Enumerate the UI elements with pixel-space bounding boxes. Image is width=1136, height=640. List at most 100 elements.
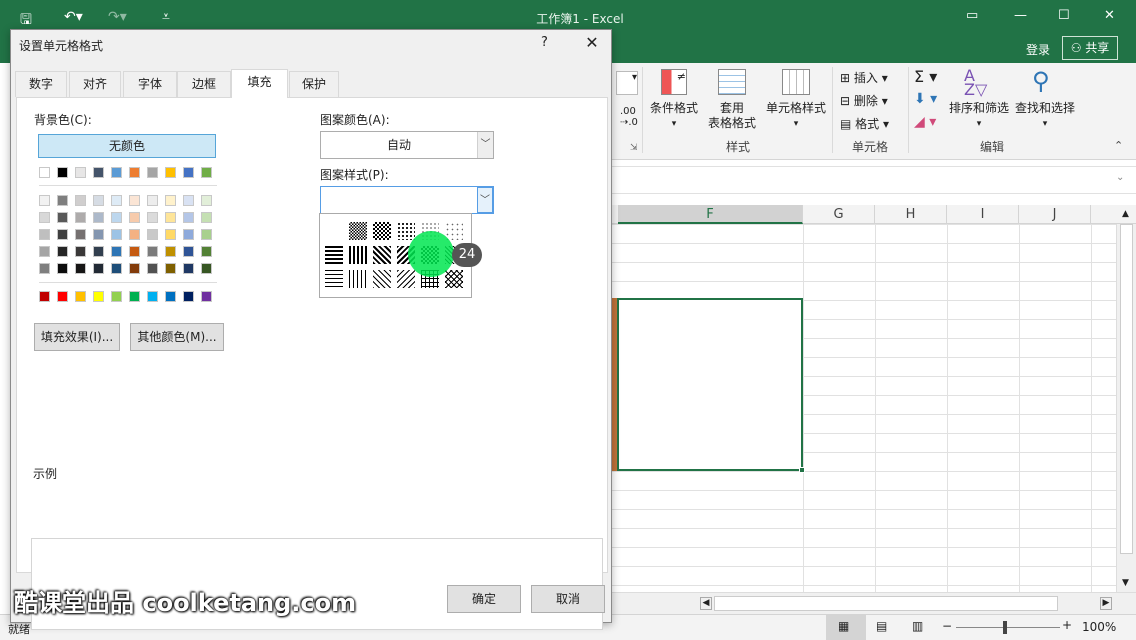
color-swatch[interactable] bbox=[111, 229, 122, 240]
delete-button[interactable]: ⊟ 删除 ▾ bbox=[840, 92, 888, 109]
help-button[interactable]: ? bbox=[541, 35, 548, 50]
color-swatch[interactable] bbox=[111, 212, 122, 223]
sort-filter-button[interactable]: A Z▽ 排序和筛选 ▾ bbox=[946, 67, 1012, 133]
scroll-left-icon[interactable]: ◀ bbox=[700, 597, 712, 610]
pattern-50-gray[interactable] bbox=[373, 222, 391, 240]
normal-view-button[interactable]: ▦ bbox=[826, 615, 866, 640]
share-button[interactable]: ⚇ 共享 bbox=[1062, 36, 1118, 60]
pattern-style-combo[interactable]: ﹀ bbox=[320, 186, 494, 214]
color-swatch[interactable] bbox=[39, 246, 50, 257]
column-header-g[interactable]: G bbox=[803, 205, 875, 224]
number-launcher-icon[interactable]: ⇲ bbox=[630, 143, 638, 153]
color-swatch[interactable] bbox=[129, 246, 140, 257]
tab-font[interactable]: 字体 bbox=[123, 71, 177, 97]
color-swatch[interactable] bbox=[183, 212, 194, 223]
pattern-thick-reverse-diagonal[interactable] bbox=[373, 246, 391, 264]
color-swatch[interactable] bbox=[129, 263, 140, 274]
clear-icon[interactable]: ◢ ▾ bbox=[914, 114, 936, 130]
fill-effects-button[interactable]: 填充效果(I)... bbox=[34, 323, 120, 351]
cancel-button[interactable]: 取消 bbox=[531, 585, 605, 613]
column-header-i[interactable]: I bbox=[947, 205, 1019, 224]
tab-number[interactable]: 数字 bbox=[15, 71, 67, 97]
scroll-right-icon[interactable]: ▶ bbox=[1100, 597, 1112, 610]
pattern-thick-vertical[interactable] bbox=[349, 246, 367, 264]
color-swatch[interactable] bbox=[183, 229, 194, 240]
color-swatch[interactable] bbox=[147, 212, 158, 223]
color-swatch[interactable] bbox=[111, 195, 122, 206]
color-swatch[interactable] bbox=[75, 263, 86, 274]
pattern-thick-horizontal[interactable] bbox=[325, 246, 343, 264]
color-swatch[interactable] bbox=[183, 246, 194, 257]
color-swatch[interactable] bbox=[201, 263, 212, 274]
color-swatch[interactable] bbox=[147, 167, 158, 178]
color-swatch[interactable] bbox=[39, 229, 50, 240]
tab-alignment[interactable]: 对齐 bbox=[69, 71, 121, 97]
page-break-view-icon[interactable]: ▥ bbox=[912, 619, 923, 633]
tab-fill[interactable]: 填充 bbox=[231, 69, 288, 98]
color-swatch[interactable] bbox=[57, 212, 68, 223]
insert-button[interactable]: ⊞ 插入 ▾ bbox=[840, 69, 888, 86]
zoom-out-icon[interactable]: − bbox=[942, 619, 952, 633]
format-button[interactable]: ▤ 格式 ▾ bbox=[840, 115, 889, 132]
color-swatch[interactable] bbox=[129, 212, 140, 223]
zoom-level[interactable]: 100% bbox=[1082, 620, 1116, 634]
no-color-button[interactable]: 无颜色 bbox=[38, 134, 216, 158]
color-swatch[interactable] bbox=[165, 246, 176, 257]
conditional-format-button[interactable]: ≠ 条件格式 ▾ bbox=[648, 67, 700, 133]
color-swatch[interactable] bbox=[93, 195, 104, 206]
color-swatch[interactable] bbox=[201, 229, 212, 240]
color-swatch[interactable] bbox=[111, 263, 122, 274]
collapse-ribbon-icon[interactable]: ⌃ bbox=[1114, 139, 1123, 152]
color-swatch[interactable] bbox=[75, 246, 86, 257]
color-swatch[interactable] bbox=[75, 167, 86, 178]
pattern-75-gray[interactable] bbox=[349, 222, 367, 240]
color-swatch[interactable] bbox=[147, 246, 158, 257]
page-layout-view-icon[interactable]: ▤ bbox=[876, 619, 887, 633]
vertical-scroll-thumb[interactable] bbox=[1120, 224, 1133, 554]
selected-cell[interactable] bbox=[617, 298, 803, 471]
color-swatch[interactable] bbox=[147, 291, 158, 302]
color-swatch[interactable] bbox=[183, 195, 194, 206]
color-swatch[interactable] bbox=[165, 212, 176, 223]
column-header-j[interactable]: J bbox=[1019, 205, 1091, 224]
zoom-in-icon[interactable]: + bbox=[1062, 618, 1072, 632]
color-swatch[interactable] bbox=[75, 212, 86, 223]
decrease-decimal-icon[interactable]: .00 ⇢.0 bbox=[620, 106, 638, 128]
scroll-down-icon[interactable]: ▼ bbox=[1122, 578, 1129, 588]
color-swatch[interactable] bbox=[93, 167, 104, 178]
pattern-thin-reverse-diagonal[interactable] bbox=[373, 270, 391, 288]
color-swatch[interactable] bbox=[201, 291, 212, 302]
color-swatch[interactable] bbox=[39, 167, 50, 178]
close-window-icon[interactable]: ✕ bbox=[1104, 8, 1115, 23]
scroll-up-icon[interactable]: ▲ bbox=[1122, 209, 1129, 219]
tab-border[interactable]: 边框 bbox=[177, 71, 231, 97]
color-swatch[interactable] bbox=[57, 246, 68, 257]
color-swatch[interactable] bbox=[165, 167, 176, 178]
color-swatch[interactable] bbox=[165, 229, 176, 240]
color-swatch[interactable] bbox=[75, 291, 86, 302]
login-link[interactable]: 登录 bbox=[1026, 41, 1050, 58]
color-swatch[interactable] bbox=[183, 263, 194, 274]
vertical-scrollbar[interactable]: ▲ ▼ bbox=[1116, 209, 1136, 592]
color-swatch[interactable] bbox=[93, 229, 104, 240]
column-header-h[interactable]: H bbox=[875, 205, 947, 224]
color-swatch[interactable] bbox=[201, 246, 212, 257]
color-swatch[interactable] bbox=[57, 195, 68, 206]
color-swatch[interactable] bbox=[183, 291, 194, 302]
horizontal-scroll-thumb[interactable] bbox=[714, 596, 1058, 611]
color-swatch[interactable] bbox=[57, 263, 68, 274]
color-swatch[interactable] bbox=[129, 229, 140, 240]
column-header-f[interactable]: F bbox=[618, 205, 803, 224]
color-swatch[interactable] bbox=[183, 167, 194, 178]
minimize-icon[interactable]: — bbox=[1014, 8, 1027, 23]
color-swatch[interactable] bbox=[201, 195, 212, 206]
color-swatch[interactable] bbox=[39, 212, 50, 223]
pattern-thin-vertical[interactable] bbox=[349, 270, 367, 288]
color-swatch[interactable] bbox=[147, 263, 158, 274]
zoom-slider-thumb[interactable] bbox=[1003, 621, 1007, 634]
formula-bar[interactable]: ⌄ bbox=[612, 166, 1136, 194]
pattern-thin-horizontal[interactable] bbox=[325, 270, 343, 288]
format-as-table-button[interactable]: 套用 表格格式 bbox=[700, 67, 764, 133]
fill-handle[interactable] bbox=[799, 467, 805, 473]
color-swatch[interactable] bbox=[57, 229, 68, 240]
